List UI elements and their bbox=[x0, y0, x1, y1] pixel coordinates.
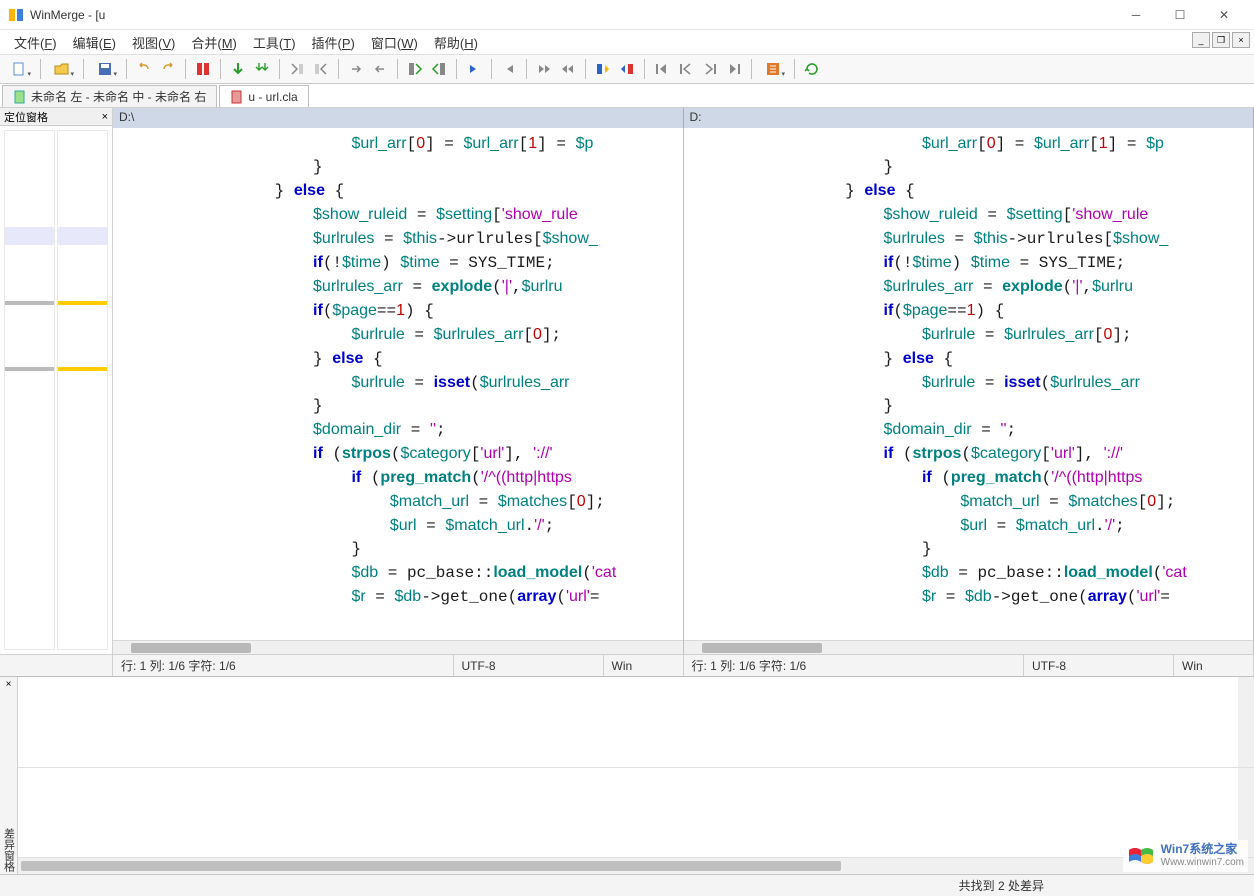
location-col-left[interactable] bbox=[4, 130, 55, 650]
location-pane-title: 定位窗格 bbox=[4, 109, 48, 125]
watermark: Win7系统之家 Www.winwin7.com bbox=[1123, 840, 1248, 872]
apply-all-button[interactable] bbox=[251, 58, 273, 80]
diff-hscrollbar[interactable] bbox=[18, 858, 1254, 874]
location-pane: 定位窗格 × bbox=[0, 108, 113, 654]
status-eol-right: Win bbox=[1174, 655, 1254, 676]
prev-diff-button[interactable] bbox=[498, 58, 520, 80]
path-left[interactable]: D:\ bbox=[113, 108, 684, 128]
refresh-button[interactable] bbox=[801, 58, 823, 80]
status-pos-left: 行: 1 列: 1/6 字符: 1/6 bbox=[113, 655, 454, 676]
location-pane-close-icon[interactable]: × bbox=[102, 111, 108, 123]
windows-logo-icon bbox=[1127, 844, 1155, 868]
watermark-title: Win7系统之家 bbox=[1161, 842, 1244, 856]
location-pane-header: 定位窗格 × bbox=[0, 108, 112, 126]
tab-label: u - url.cla bbox=[248, 90, 297, 104]
app-icon bbox=[8, 7, 24, 23]
goto-prev-line-icon[interactable] bbox=[675, 58, 697, 80]
diff-area-top[interactable] bbox=[18, 677, 1254, 768]
prev-diff2-button[interactable] bbox=[557, 58, 579, 80]
doc-icon bbox=[13, 90, 27, 104]
diff-pane-close-icon[interactable]: × bbox=[6, 679, 12, 690]
code-pane-right: $url_arr[0] = $url_arr[1] = $p } } else … bbox=[684, 128, 1254, 654]
open-button[interactable] bbox=[47, 58, 77, 80]
tab-label: 未命名 左 - 未命名 中 - 未命名 右 bbox=[31, 88, 206, 105]
pane-status-row: 行: 1 列: 1/6 字符: 1/6 UTF-8 Win 行: 1 列: 1/… bbox=[0, 654, 1254, 676]
copy-left-all-icon[interactable] bbox=[310, 58, 332, 80]
tab-unnamed[interactable]: 未命名 左 - 未命名 中 - 未命名 右 bbox=[2, 85, 217, 107]
menu-h[interactable]: 帮助(H) bbox=[426, 34, 486, 53]
mdi-minimize-button[interactable]: _ bbox=[1192, 32, 1210, 48]
menu-t[interactable]: 工具(T) bbox=[245, 34, 304, 53]
code-right[interactable]: $url_arr[0] = $url_arr[1] = $p } } else … bbox=[684, 128, 1254, 640]
last-diff-icon[interactable] bbox=[616, 58, 638, 80]
menu-w[interactable]: 窗口(W) bbox=[363, 34, 426, 53]
mdi-close-button[interactable]: × bbox=[1232, 32, 1250, 48]
new-button[interactable] bbox=[4, 58, 34, 80]
window-title: WinMerge - [u bbox=[30, 8, 1114, 22]
goto-first-icon[interactable] bbox=[651, 58, 673, 80]
all-right-button[interactable] bbox=[404, 58, 426, 80]
title-bar: WinMerge - [u ─ ☐ ✕ bbox=[0, 0, 1254, 30]
next-diff2-button[interactable] bbox=[533, 58, 555, 80]
code-pane-left: $url_arr[0] = $url_arr[1] = $p } } else … bbox=[113, 128, 684, 654]
save-button[interactable] bbox=[90, 58, 120, 80]
menu-bar: 文件(F)编辑(E)视图(V)合并(M)工具(T)插件(P)窗口(W)帮助(H)… bbox=[0, 30, 1254, 54]
doc-icon bbox=[230, 90, 244, 104]
status-eol-left: Win bbox=[604, 655, 684, 676]
tab-url[interactable]: u - url.cla bbox=[219, 85, 308, 107]
filter-button[interactable] bbox=[758, 58, 788, 80]
toolbar bbox=[0, 54, 1254, 84]
status-pos-right: 行: 1 列: 1/6 字符: 1/6 bbox=[684, 655, 1025, 676]
hscrollbar-left[interactable] bbox=[113, 640, 683, 654]
menu-e[interactable]: 编辑(E) bbox=[65, 34, 124, 53]
copy-right-all-icon[interactable] bbox=[286, 58, 308, 80]
redo-button[interactable] bbox=[157, 58, 179, 80]
hscrollbar-right[interactable] bbox=[684, 640, 1254, 654]
mdi-controls: _ ❐ × bbox=[1192, 32, 1250, 48]
diff-area-bottom[interactable] bbox=[18, 768, 1254, 859]
next-diff-button[interactable] bbox=[463, 58, 485, 80]
status-bar: 共找到 2 处差异 bbox=[0, 874, 1254, 896]
vscrollbar-icon[interactable] bbox=[1238, 677, 1254, 767]
watermark-url: Www.winwin7.com bbox=[1161, 856, 1244, 870]
document-tabs: 未命名 左 - 未命名 中 - 未命名 右 u - url.cla bbox=[0, 84, 1254, 108]
close-button[interactable]: ✕ bbox=[1202, 0, 1246, 30]
menu-f[interactable]: 文件(F) bbox=[6, 34, 65, 53]
status-enc-right: UTF-8 bbox=[1024, 655, 1174, 676]
first-diff-icon[interactable] bbox=[592, 58, 614, 80]
status-enc-left: UTF-8 bbox=[454, 655, 604, 676]
menu-m[interactable]: 合并(M) bbox=[183, 34, 245, 53]
compare-panes: D:\ D: $url_arr[0] = $url_arr[1] = $p } … bbox=[113, 108, 1254, 654]
diff-pane: × 差异窗格 bbox=[0, 676, 1254, 874]
undo-button[interactable] bbox=[133, 58, 155, 80]
status-diff-count: 共找到 2 处差异 bbox=[959, 877, 1044, 894]
goto-next-line-icon[interactable] bbox=[699, 58, 721, 80]
copy-right-icon[interactable] bbox=[345, 58, 367, 80]
compare-button[interactable] bbox=[192, 58, 214, 80]
copy-left-icon[interactable] bbox=[369, 58, 391, 80]
minimize-button[interactable]: ─ bbox=[1114, 0, 1158, 30]
menu-p[interactable]: 插件(P) bbox=[304, 34, 363, 53]
all-left-button[interactable] bbox=[428, 58, 450, 80]
code-left[interactable]: $url_arr[0] = $url_arr[1] = $p } } else … bbox=[113, 128, 683, 640]
location-col-right[interactable] bbox=[57, 130, 108, 650]
path-right[interactable]: D: bbox=[684, 108, 1254, 128]
goto-last-icon[interactable] bbox=[723, 58, 745, 80]
mdi-restore-button[interactable]: ❐ bbox=[1212, 32, 1230, 48]
main-area: 定位窗格 × D:\ D: $url_arr[0 bbox=[0, 108, 1254, 654]
apply-button[interactable] bbox=[227, 58, 249, 80]
menu-v[interactable]: 视图(V) bbox=[124, 34, 183, 53]
path-row: D:\ D: bbox=[113, 108, 1254, 128]
diff-pane-label: 差异窗格 bbox=[1, 828, 17, 872]
maximize-button[interactable]: ☐ bbox=[1158, 0, 1202, 30]
